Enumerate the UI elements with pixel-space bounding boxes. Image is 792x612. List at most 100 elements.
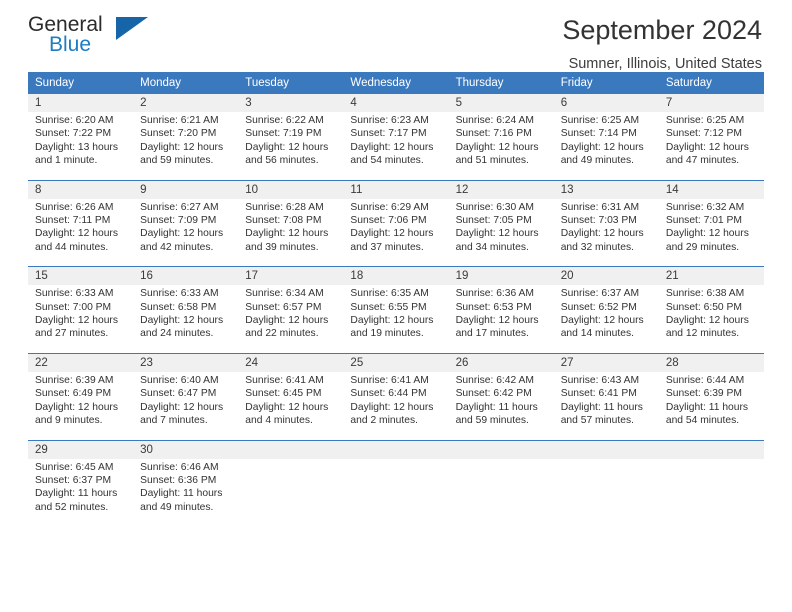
day-number[interactable]: 14 (658, 179, 764, 199)
day-number[interactable]: 7 (658, 94, 764, 112)
week-daynum-row: 1 2 3 4 5 6 7 (28, 94, 764, 112)
day-cell[interactable]: Sunrise: 6:41 AM Sunset: 6:45 PM Dayligh… (238, 371, 344, 440)
day-cell[interactable]: Sunrise: 6:20 AM Sunset: 7:22 PM Dayligh… (28, 112, 134, 181)
day-cell[interactable]: Sunrise: 6:35 AM Sunset: 6:55 PM Dayligh… (343, 285, 449, 354)
day-number[interactable]: 15 (28, 266, 134, 286)
day-number[interactable]: 25 (343, 352, 449, 372)
sunset-text: Sunset: 6:50 PM (665, 301, 742, 313)
daylight-text-cont: and 52 minutes. (35, 501, 109, 513)
day-cell[interactable]: Sunrise: 6:25 AM Sunset: 7:14 PM Dayligh… (553, 112, 659, 181)
daylight-text: Daylight: 12 hours (35, 228, 118, 240)
day-cell[interactable]: Sunrise: 6:44 AM Sunset: 6:39 PM Dayligh… (658, 371, 764, 440)
sunrise-text: Sunrise: 6:33 AM (35, 288, 114, 300)
daylight-text-cont: and 29 minutes. (665, 241, 740, 253)
sunrise-text: Sunrise: 6:24 AM (455, 115, 534, 126)
day-number[interactable]: 1 (28, 94, 134, 112)
brand-logo[interactable]: General Blue (28, 14, 178, 70)
day-number[interactable]: 10 (238, 179, 344, 199)
day-number[interactable]: 27 (553, 352, 659, 372)
day-cell[interactable]: Sunrise: 6:25 AM Sunset: 7:12 PM Dayligh… (658, 112, 764, 181)
day-number[interactable]: 30 (133, 439, 239, 459)
day-cell[interactable]: Sunrise: 6:34 AM Sunset: 6:57 PM Dayligh… (238, 285, 344, 354)
day-number[interactable]: 22 (28, 352, 134, 372)
day-number[interactable]: 12 (448, 179, 554, 199)
day-number[interactable]: 21 (658, 266, 764, 286)
day-number[interactable]: 26 (448, 352, 554, 372)
daylight-text: Daylight: 11 hours (560, 401, 643, 413)
daylight-text: Daylight: 12 hours (455, 141, 539, 153)
sunset-text: Sunset: 6:53 PM (455, 301, 532, 313)
daylight-text: Daylight: 12 hours (35, 315, 118, 327)
day-number[interactable]: 4 (343, 94, 449, 112)
day-cell[interactable]: Sunrise: 6:21 AM Sunset: 7:20 PM Dayligh… (133, 112, 239, 181)
day-cell[interactable]: Sunrise: 6:38 AM Sunset: 6:50 PM Dayligh… (658, 285, 764, 354)
daylight-text-cont: and 54 minutes. (665, 415, 740, 427)
day-number[interactable]: 20 (553, 266, 659, 286)
sunrise-text: Sunrise: 6:44 AM (665, 374, 745, 386)
day-cell[interactable]: Sunrise: 6:41 AM Sunset: 6:44 PM Dayligh… (343, 371, 449, 440)
day-cell[interactable]: Sunrise: 6:32 AM Sunset: 7:01 PM Dayligh… (658, 198, 764, 267)
day-number[interactable]: 9 (133, 179, 239, 199)
calendar-page: General Blue September 2024 Sumner, Illi… (0, 0, 792, 612)
sunrise-text: Sunrise: 6:36 AM (455, 288, 534, 300)
day-cell[interactable]: Sunrise: 6:33 AM Sunset: 7:00 PM Dayligh… (28, 285, 134, 354)
daylight-text: Daylight: 12 hours (245, 315, 329, 327)
day-cell[interactable]: Sunrise: 6:31 AM Sunset: 7:03 PM Dayligh… (553, 198, 659, 267)
day-number[interactable]: 3 (238, 94, 344, 112)
sunrise-text: Sunrise: 6:30 AM (455, 201, 534, 213)
sunset-text: Sunset: 7:22 PM (35, 128, 112, 140)
day-cell[interactable]: Sunrise: 6:33 AM Sunset: 6:58 PM Dayligh… (133, 285, 239, 354)
day-number[interactable]: 23 (133, 352, 239, 372)
day-cell[interactable]: Sunrise: 6:36 AM Sunset: 6:53 PM Dayligh… (448, 285, 554, 354)
daylight-text-cont: and 24 minutes. (140, 328, 214, 340)
day-cell[interactable]: Sunrise: 6:43 AM Sunset: 6:41 PM Dayligh… (553, 371, 659, 440)
day-number[interactable]: 18 (343, 266, 449, 286)
day-cell[interactable]: Sunrise: 6:45 AM Sunset: 6:37 PM Dayligh… (28, 458, 134, 527)
day-cell[interactable]: Sunrise: 6:40 AM Sunset: 6:47 PM Dayligh… (133, 371, 239, 440)
sunset-text: Sunset: 7:03 PM (560, 215, 637, 227)
day-number[interactable]: 13 (553, 179, 659, 199)
week-daynum-row: 29 30 (28, 439, 764, 459)
week-info-row: Sunrise: 6:39 AM Sunset: 6:49 PM Dayligh… (28, 371, 764, 440)
day-cell[interactable]: Sunrise: 6:39 AM Sunset: 6:49 PM Dayligh… (28, 371, 134, 440)
daylight-text: Daylight: 12 hours (350, 228, 434, 240)
day-cell[interactable]: Sunrise: 6:37 AM Sunset: 6:52 PM Dayligh… (553, 285, 659, 354)
daylight-text-cont: and 2 minutes. (350, 415, 418, 427)
day-cell[interactable]: Sunrise: 6:42 AM Sunset: 6:42 PM Dayligh… (448, 371, 554, 440)
day-cell[interactable]: Sunrise: 6:26 AM Sunset: 7:11 PM Dayligh… (28, 198, 134, 267)
daylight-text: Daylight: 12 hours (140, 141, 224, 153)
sunset-text: Sunset: 6:47 PM (140, 388, 217, 400)
day-cell[interactable]: Sunrise: 6:46 AM Sunset: 6:36 PM Dayligh… (133, 458, 239, 527)
day-number-empty (238, 439, 344, 459)
daylight-text-cont: and 39 minutes. (245, 241, 319, 253)
day-cell[interactable]: Sunrise: 6:27 AM Sunset: 7:09 PM Dayligh… (133, 198, 239, 267)
day-number[interactable]: 6 (553, 94, 659, 112)
sunset-text: Sunset: 6:52 PM (560, 301, 637, 313)
day-cell[interactable]: Sunrise: 6:22 AM Sunset: 7:19 PM Dayligh… (238, 112, 344, 181)
sunset-text: Sunset: 6:42 PM (455, 388, 532, 400)
day-number[interactable]: 24 (238, 352, 344, 372)
day-cell[interactable]: Sunrise: 6:28 AM Sunset: 7:08 PM Dayligh… (238, 198, 344, 267)
day-number[interactable]: 5 (448, 94, 554, 112)
weekday-header-friday: Friday (553, 72, 659, 94)
daylight-text: Daylight: 12 hours (350, 141, 434, 153)
day-number[interactable]: 28 (658, 352, 764, 372)
day-number[interactable]: 11 (343, 179, 449, 199)
page-title: September 2024 (562, 15, 762, 45)
daylight-text-cont: and 49 minutes. (140, 501, 214, 513)
day-number[interactable]: 2 (133, 94, 239, 112)
day-cell[interactable]: Sunrise: 6:29 AM Sunset: 7:06 PM Dayligh… (343, 198, 449, 267)
daylight-text: Daylight: 12 hours (560, 141, 644, 153)
day-cell[interactable]: Sunrise: 6:30 AM Sunset: 7:05 PM Dayligh… (448, 198, 554, 267)
day-cell[interactable]: Sunrise: 6:24 AM Sunset: 7:16 PM Dayligh… (448, 112, 554, 181)
day-number[interactable]: 8 (28, 179, 134, 199)
sunrise-text: Sunrise: 6:29 AM (350, 201, 429, 213)
day-number[interactable]: 19 (448, 266, 554, 286)
day-cell[interactable]: Sunrise: 6:23 AM Sunset: 7:17 PM Dayligh… (343, 112, 449, 181)
day-number[interactable]: 29 (28, 439, 134, 459)
day-number[interactable]: 16 (133, 266, 239, 286)
sunset-text: Sunset: 6:58 PM (140, 301, 217, 313)
day-number[interactable]: 17 (238, 266, 344, 286)
daylight-text-cont: and 7 minutes. (140, 415, 208, 427)
sunset-text: Sunset: 7:06 PM (350, 215, 427, 227)
